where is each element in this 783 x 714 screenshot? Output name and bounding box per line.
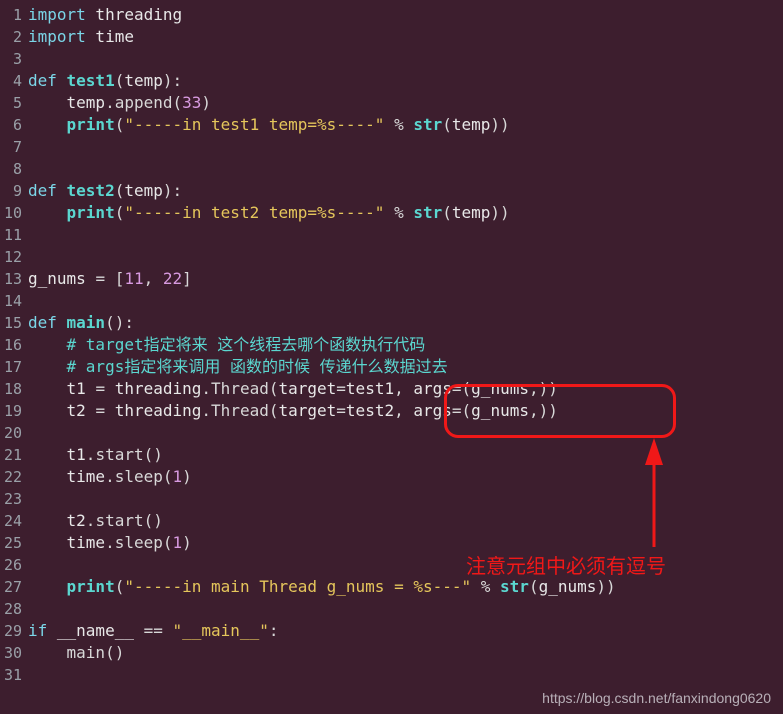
line-number: 27 <box>0 576 22 598</box>
code-line: t2 = threading.Thread(target=test2, args… <box>28 400 783 422</box>
line-number: 3 <box>0 48 22 70</box>
code-line <box>28 598 783 620</box>
code-line: main() <box>28 642 783 664</box>
line-number: 28 <box>0 598 22 620</box>
line-number: 12 <box>0 246 22 268</box>
watermark: https://blog.csdn.net/fanxindong0620 <box>542 690 771 706</box>
line-number: 16 <box>0 334 22 356</box>
line-number: 21 <box>0 444 22 466</box>
code-line: g_nums = [11, 22] <box>28 268 783 290</box>
line-number: 7 <box>0 136 22 158</box>
code-line <box>28 246 783 268</box>
code-line <box>28 664 783 686</box>
code-line: # target指定将来 这个线程去哪个函数执行代码 <box>28 334 783 356</box>
line-number: 2 <box>0 26 22 48</box>
line-number: 26 <box>0 554 22 576</box>
line-number: 14 <box>0 290 22 312</box>
line-number: 24 <box>0 510 22 532</box>
line-number: 31 <box>0 664 22 686</box>
code-line: time.sleep(1) <box>28 466 783 488</box>
code-line: import threading <box>28 4 783 26</box>
line-number-gutter: 1234567891011121314151617181920212223242… <box>0 4 28 686</box>
line-number: 23 <box>0 488 22 510</box>
code-line <box>28 554 783 576</box>
line-number: 5 <box>0 92 22 114</box>
code-line: t2.start() <box>28 510 783 532</box>
code-line <box>28 224 783 246</box>
code-line <box>28 422 783 444</box>
code-line: print("-----in main Thread g_nums = %s--… <box>28 576 783 598</box>
line-number: 11 <box>0 224 22 246</box>
code-line: t1.start() <box>28 444 783 466</box>
annotation-text: 注意元组中必须有逗号 <box>466 550 666 579</box>
code-line <box>28 48 783 70</box>
line-number: 20 <box>0 422 22 444</box>
code-line: def main(): <box>28 312 783 334</box>
line-number: 4 <box>0 70 22 92</box>
line-number: 29 <box>0 620 22 642</box>
code-line: def test2(temp): <box>28 180 783 202</box>
line-number: 25 <box>0 532 22 554</box>
line-number: 10 <box>0 202 22 224</box>
code-line <box>28 136 783 158</box>
code-body: import threadingimport time def test1(te… <box>28 4 783 686</box>
code-line <box>28 290 783 312</box>
line-number: 6 <box>0 114 22 136</box>
code-line: temp.append(33) <box>28 92 783 114</box>
line-number: 18 <box>0 378 22 400</box>
code-line: print("-----in test2 temp=%s----" % str(… <box>28 202 783 224</box>
line-number: 8 <box>0 158 22 180</box>
code-editor: 1234567891011121314151617181920212223242… <box>0 0 783 686</box>
code-line: if __name__ == "__main__": <box>28 620 783 642</box>
line-number: 22 <box>0 466 22 488</box>
code-line: # args指定将来调用 函数的时候 传递什么数据过去 <box>28 356 783 378</box>
line-number: 13 <box>0 268 22 290</box>
code-line <box>28 488 783 510</box>
line-number: 17 <box>0 356 22 378</box>
line-number: 15 <box>0 312 22 334</box>
code-line: import time <box>28 26 783 48</box>
line-number: 9 <box>0 180 22 202</box>
line-number: 30 <box>0 642 22 664</box>
code-line: print("-----in test1 temp=%s----" % str(… <box>28 114 783 136</box>
code-line: def test1(temp): <box>28 70 783 92</box>
code-line <box>28 158 783 180</box>
line-number: 19 <box>0 400 22 422</box>
code-line: t1 = threading.Thread(target=test1, args… <box>28 378 783 400</box>
line-number: 1 <box>0 4 22 26</box>
code-line: time.sleep(1) <box>28 532 783 554</box>
